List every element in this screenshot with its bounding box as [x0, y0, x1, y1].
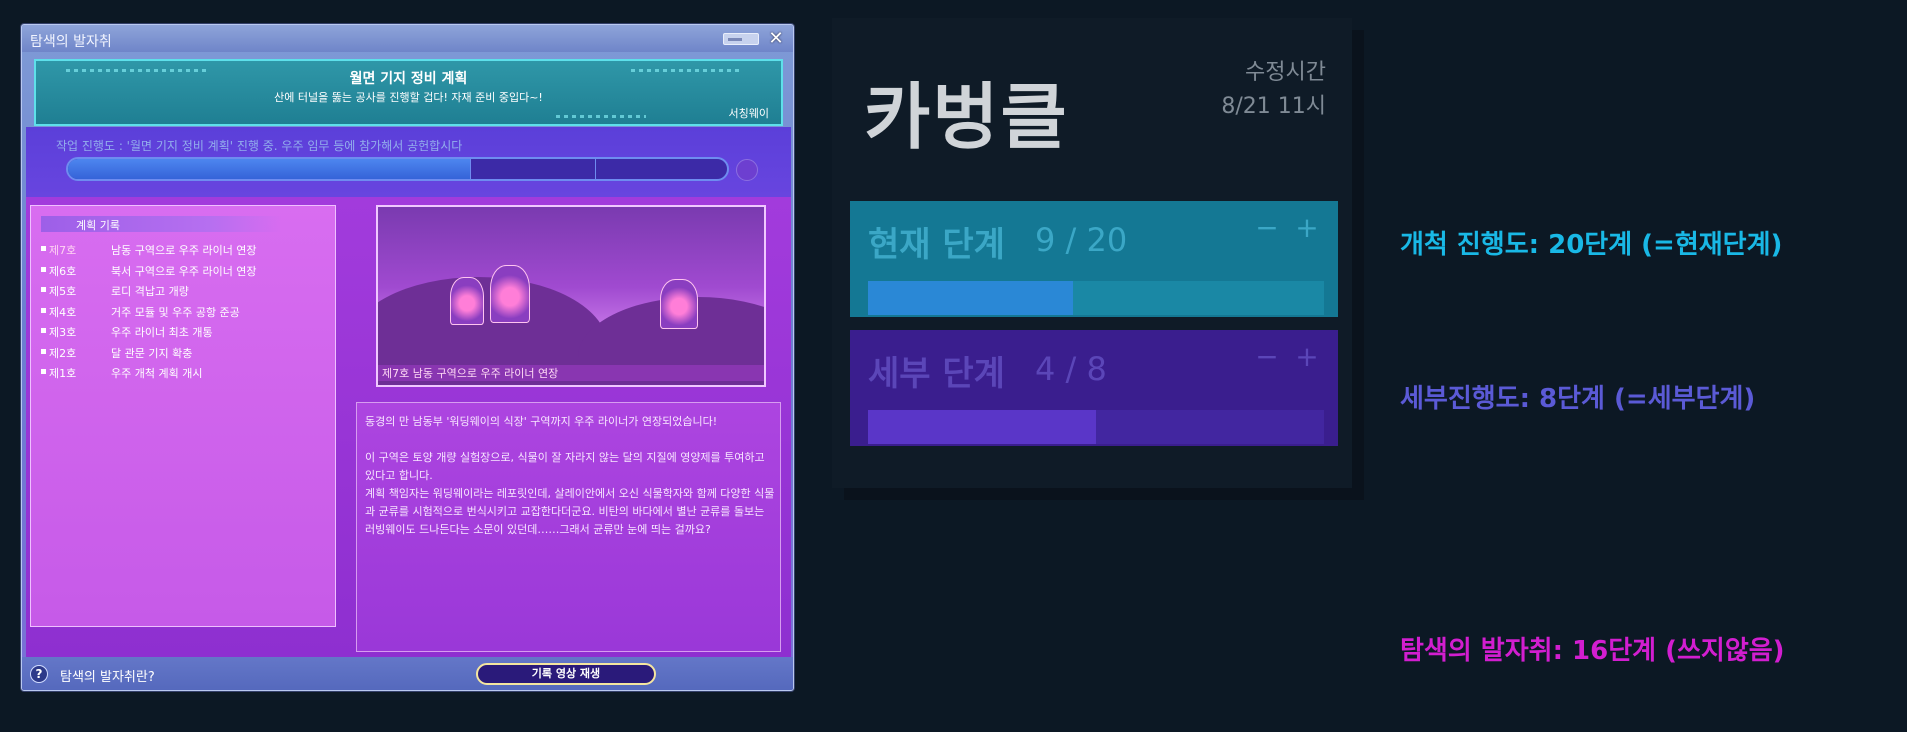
replay-record-button[interactable]: 기록 영상 재생 [476, 663, 656, 685]
progress-card: 카벙클 수정시간 8/21 11시 현재 단계 9 / 20 − + 세부 단계… [832, 18, 1352, 488]
record-number: 제1호 [49, 367, 77, 380]
record-item[interactable]: 제5호 로디 격납고 개량 [39, 282, 329, 303]
annotation-detail-progress: 세부진행도: 8단계 (=세부단계) [1400, 384, 1756, 414]
annotation-pioneer-progress: 개척 진행도: 20단계 (=현재단계) [1400, 230, 1783, 260]
record-number: 제2호 [49, 346, 77, 360]
work-progress-fill [68, 159, 470, 179]
record-list-header-label: 계획 기록 [76, 219, 120, 232]
plan-banner: 월면 기지 정비 계획 산에 터널을 뚫는 공사를 진행할 겁다! 자재 준비 … [34, 59, 783, 126]
record-title: 달 관문 기지 확충 [111, 346, 193, 360]
record-number: 제5호 [49, 285, 77, 298]
current-stage-decrement-button[interactable]: − [1252, 213, 1282, 243]
minimize-icon [728, 38, 742, 41]
record-title: 북서 구역으로 우주 라이너 연장 [111, 264, 257, 278]
current-stage-bar [868, 281, 1324, 315]
bullet-icon [41, 369, 46, 374]
detail-stage-count: 4 / 8 [1035, 350, 1107, 388]
bullet-icon [41, 348, 46, 354]
bullet-icon [41, 287, 46, 292]
window-title: 탐색의 발자취 [30, 34, 112, 50]
help-icon[interactable]: ? [30, 665, 48, 683]
record-body: 계획 기록 제7호 남동 구역으로 우주 라이너 연장 제6호 북서 구역으로 우주… [26, 197, 791, 659]
progress-divider [469, 159, 471, 179]
record-item[interactable]: 제1호 우주 개척 계획 개시 [39, 364, 329, 385]
record-screenshot: 제7호 남동 구역으로 우주 라이너 연장 [376, 205, 766, 387]
work-progress-section: 작업 진행도 : '월면 기지 정비 계획' 진행 중. 우주 임무 등에 참가… [26, 127, 791, 207]
work-progress-label: 작업 진행도 : '월면 기지 정비 계획' 진행 중. 우주 임무 등에 참가… [56, 139, 463, 153]
record-item[interactable]: 제2호 달 관문 기지 확충 [39, 344, 329, 365]
scene-pod [450, 277, 484, 325]
current-stage-fill [868, 281, 1074, 315]
banner-decoration [556, 115, 646, 118]
record-title: 거주 모듈 및 우주 공항 준공 [111, 305, 240, 319]
bullet-icon [41, 246, 46, 251]
record-title: 우주 라이너 최초 개통 [111, 326, 213, 339]
progress-end-icon [736, 159, 758, 181]
modified-label: 수정시간 [1245, 60, 1326, 85]
bullet-icon [41, 307, 46, 313]
close-icon: ✕ [768, 28, 784, 49]
annotation-footprints: 탐색의 발자취: 16단계 (쓰지않음) [1400, 636, 1785, 666]
detail-stage-decrement-button[interactable]: − [1252, 342, 1282, 372]
record-list-panel: 계획 기록 제7호 남동 구역으로 우주 라이너 연장 제6호 북서 구역으로 우주… [30, 205, 336, 627]
record-item[interactable]: 제6호 북서 구역으로 우주 라이너 연장 [39, 262, 329, 283]
close-button[interactable]: ✕ [765, 29, 787, 49]
record-title: 남동 구역으로 우주 라이너 연장 [111, 244, 257, 257]
server-title: 카벙클 [864, 75, 1069, 159]
modified-time: 8/21 11시 [1221, 94, 1326, 119]
record-description-panel: 동경의 만 남동부 '워딩웨이의 식장' 구역까지 우주 라이너가 연장되었습니… [356, 402, 781, 652]
banner-signature: 서칭웨이 [728, 107, 769, 120]
work-progress-bar [66, 157, 729, 181]
scene-pod [660, 279, 698, 329]
banner-subtitle: 산에 터널을 뚫는 공사를 진행할 겁다! 자재 준비 중입다~! [274, 91, 543, 104]
current-stage-count: 9 / 20 [1035, 221, 1128, 259]
detail-stage-increment-button[interactable]: + [1292, 342, 1322, 372]
screenshot-caption: 제7호 남동 구역으로 우주 라이너 연장 [378, 365, 764, 381]
bullet-icon [41, 328, 46, 333]
detail-stage-bar [868, 410, 1324, 444]
scene-pod [490, 265, 530, 323]
record-title: 로디 격납고 개량 [111, 285, 189, 298]
record-description: 동경의 만 남동부 '워딩웨이의 식장' 구역까지 우주 라이너가 연장되었습니… [365, 415, 775, 536]
record-item[interactable]: 제4호 거주 모듈 및 우주 공항 준공 [39, 303, 329, 324]
window-titlebar[interactable]: 탐색의 발자취 ✕ [22, 25, 793, 52]
minimize-button[interactable] [723, 33, 759, 45]
detail-stage-label: 세부 단계 [868, 354, 1005, 394]
current-stage-row: 현재 단계 9 / 20 − + [850, 201, 1338, 317]
record-number: 제7호 [49, 244, 77, 257]
record-number: 제6호 [49, 264, 77, 278]
footprints-window: 탐색의 발자취 ✕ 월면 기지 정비 계획 산에 터널을 뚫는 공사를 진행할 … [21, 24, 794, 691]
current-stage-label: 현재 단계 [868, 225, 1005, 265]
banner-title: 월면 기지 정비 계획 [349, 71, 468, 87]
record-item[interactable]: 제7호 남동 구역으로 우주 라이너 연장 [39, 241, 329, 262]
detail-stage-fill [868, 410, 1096, 444]
detail-stage-row: 세부 단계 4 / 8 − + [850, 330, 1338, 446]
record-title: 우주 개척 계획 개시 [111, 367, 203, 380]
bullet-icon [41, 266, 46, 272]
record-number: 제4호 [49, 305, 77, 319]
progress-divider [595, 159, 597, 179]
current-stage-increment-button[interactable]: + [1292, 213, 1322, 243]
record-list-header: 계획 기록 [41, 216, 281, 232]
record-number: 제3호 [49, 326, 77, 339]
record-list: 제7호 남동 구역으로 우주 라이너 연장 제6호 북서 구역으로 우주 라이너 연… [39, 241, 329, 385]
record-item[interactable]: 제3호 우주 라이너 최초 개통 [39, 323, 329, 344]
help-link[interactable]: 탐색의 발자취란? [60, 666, 155, 685]
window-footer: ? 탐색의 발자취란? 기록 영상 재생 [22, 657, 793, 690]
